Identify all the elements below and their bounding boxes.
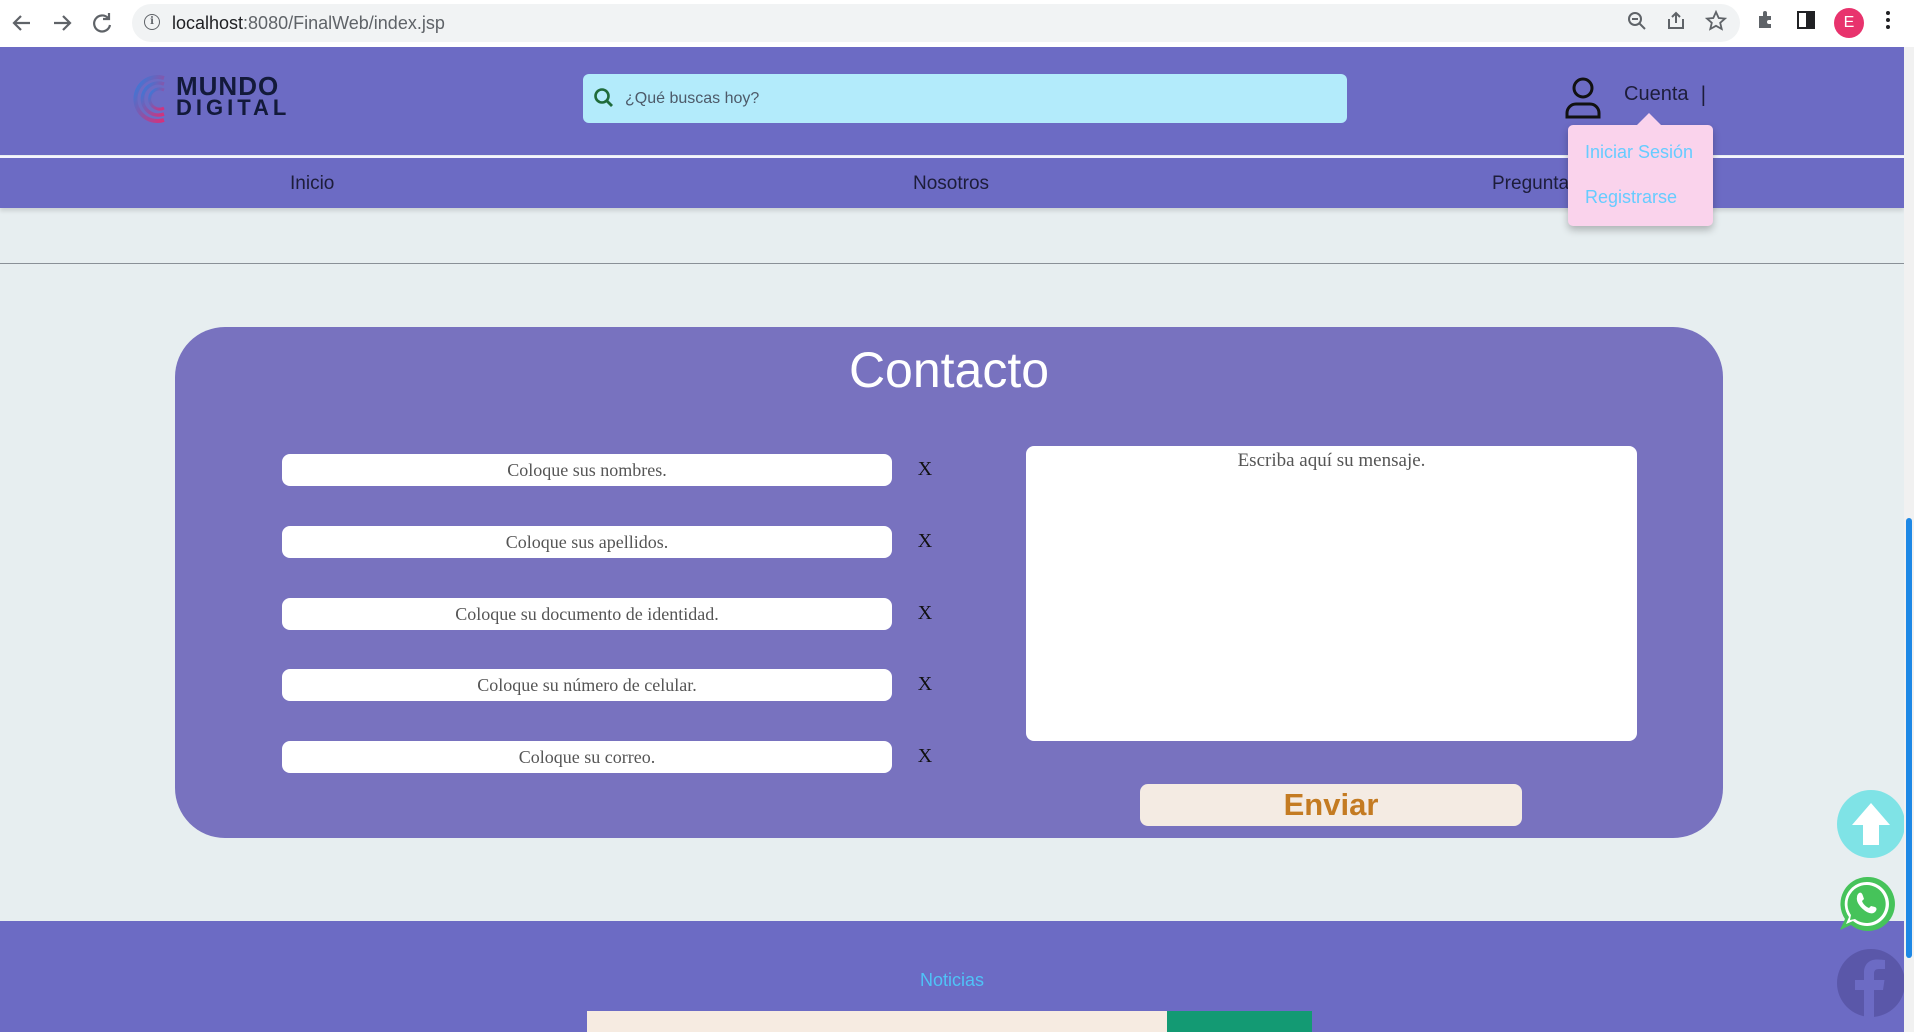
scrollbar-thumb[interactable] <box>1906 518 1912 958</box>
search-input[interactable] <box>623 83 1327 115</box>
address-bar[interactable]: i localhost:8080/FinalWeb/index.jsp <box>132 4 1740 42</box>
url-text[interactable]: localhost:8080/FinalWeb/index.jsp <box>172 13 445 34</box>
site-info-icon[interactable]: i <box>144 14 160 30</box>
section-divider <box>0 263 1904 264</box>
profile-avatar[interactable]: E <box>1834 8 1864 38</box>
register-link[interactable]: Registrarse <box>1585 187 1677 208</box>
phone-field[interactable] <box>282 669 892 701</box>
id-document-field[interactable] <box>282 598 892 630</box>
clear-id-document-button[interactable]: X <box>915 602 935 625</box>
menu-kebab-icon[interactable] <box>1874 9 1902 37</box>
account-separator: | <box>1700 82 1707 106</box>
nav-item-nosotros[interactable]: Nosotros <box>913 173 989 195</box>
email-field[interactable] <box>282 741 892 773</box>
logo-mark-icon <box>133 75 165 123</box>
footer: Noticias <box>0 921 1904 1032</box>
bookmark-star-icon[interactable] <box>1703 9 1729 36</box>
nav-item-inicio[interactable]: Inicio <box>290 173 334 195</box>
arrow-up-icon <box>1837 790 1905 858</box>
share-icon[interactable] <box>1663 10 1689 36</box>
nav-item-preguntas[interactable]: Pregunta <box>1492 173 1569 195</box>
back-icon[interactable] <box>8 9 36 37</box>
login-link[interactable]: Iniciar Sesión <box>1585 142 1693 163</box>
side-panel-icon[interactable] <box>1792 9 1820 37</box>
newsletter-button[interactable] <box>1167 1011 1312 1032</box>
surnames-field[interactable] <box>282 526 892 558</box>
browser-toolbar: i localhost:8080/FinalWeb/index.jsp E <box>0 0 1914 48</box>
extensions-icon[interactable] <box>1752 9 1780 37</box>
reload-icon[interactable] <box>88 9 116 37</box>
whatsapp-button[interactable] <box>1836 873 1898 935</box>
facebook-icon <box>1837 949 1905 1018</box>
send-button[interactable]: Enviar <box>1140 784 1522 826</box>
contact-form: Contacto X X X X X Enviar <box>175 327 1723 838</box>
scroll-top-button[interactable] <box>1836 789 1906 859</box>
clear-email-button[interactable]: X <box>915 745 935 768</box>
whatsapp-icon <box>1840 876 1895 931</box>
search-icon[interactable] <box>593 87 615 113</box>
logo-text: MUNDO DIGITAL <box>176 71 291 120</box>
clear-surnames-button[interactable]: X <box>915 530 935 553</box>
user-icon[interactable] <box>1563 75 1603 123</box>
footer-news-heading: Noticias <box>919 970 985 990</box>
names-field[interactable] <box>282 454 892 486</box>
search-bar[interactable] <box>583 74 1347 123</box>
facebook-button[interactable] <box>1836 948 1906 1018</box>
forward-icon[interactable] <box>48 9 76 37</box>
clear-phone-button[interactable]: X <box>915 673 935 696</box>
account-link[interactable]: Cuenta <box>1624 83 1689 106</box>
message-textarea[interactable] <box>1026 446 1637 741</box>
clear-names-button[interactable]: X <box>915 458 935 481</box>
account-dropdown: Iniciar Sesión Registrarse <box>1568 113 1713 226</box>
newsletter-input[interactable] <box>587 1011 1167 1032</box>
logo[interactable]: MUNDO DIGITAL <box>124 68 286 130</box>
contact-title: Contacto <box>848 342 1050 398</box>
zoom-icon[interactable] <box>1624 10 1650 36</box>
